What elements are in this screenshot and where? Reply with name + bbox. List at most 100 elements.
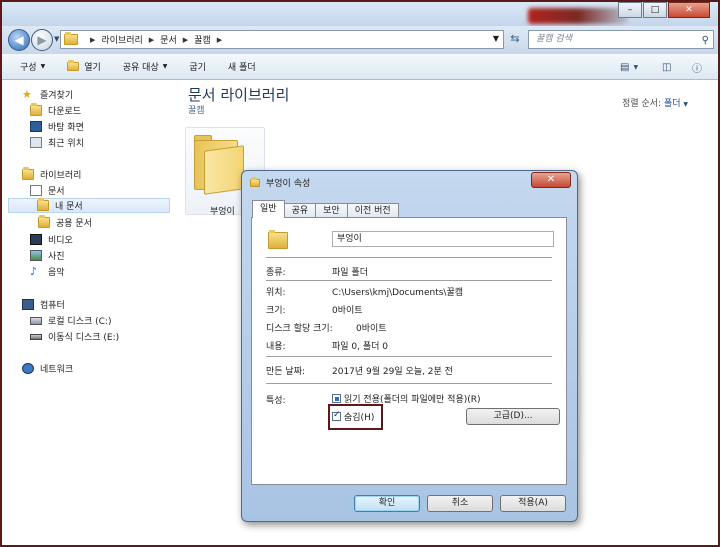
chevron-right-icon[interactable]: ▶ [217,36,222,44]
chevron-down-icon: ▼ [162,63,168,70]
library-subtitle: 꿀캠 [188,106,205,116]
dialog-close-button[interactable]: ✕ [531,172,571,188]
chevron-right-icon[interactable]: ▶ [183,36,188,44]
dialog-title: 부엉이 속성 [266,179,311,189]
share-button[interactable]: 공유 대상 ▼ [119,60,172,73]
folder-icon [250,176,260,187]
folder-icon [194,134,244,195]
maximize-button[interactable]: □ [643,2,667,18]
chevron-right-icon[interactable]: ▶ [90,36,95,44]
sidebar-item-removable[interactable]: 이동식 디스크 (E:) [30,329,119,344]
sidebar-item-pictures[interactable]: 사진 [30,248,65,263]
burn-button[interactable]: 굽기 [185,60,210,73]
sidebar-label: 네트워크 [40,365,74,375]
downloads-icon [30,103,42,116]
new-folder-button[interactable]: 새 폴더 [224,60,260,73]
forward-button[interactable]: ▶ [31,29,53,51]
breadcrumb-item[interactable]: 문서 [160,33,177,46]
search-input[interactable]: 꿀캠 검색 ⚲ [528,30,714,49]
chevron-right-icon[interactable]: ▶ [149,36,154,44]
sidebar-item-libraries[interactable]: 라이브러리 [22,167,81,182]
sidebar-item-favorites[interactable]: ★ 즐겨찾기 [22,87,73,102]
sidebar-item-recent[interactable]: 최근 위치 [30,135,84,150]
chevron-down-icon: ▼ [40,63,46,70]
apply-button[interactable]: 적용(A) [500,495,566,512]
library-title: 문서 라이브러리 [188,86,290,104]
tab-security[interactable]: 보안 [315,203,348,218]
sidebar-item-video[interactable]: 비디오 [30,232,73,247]
open-button[interactable]: 열기 [63,60,105,73]
view-icon[interactable]: ▤ ▼ [620,59,638,75]
sidebar-item-my-documents[interactable]: 내 문서 [8,198,170,213]
organize-button[interactable]: 구성 ▼ [16,60,49,73]
pictures-icon [30,250,42,261]
tab-general[interactable]: 일반 [252,200,285,218]
general-tab-panel: 부엉이 종류: 파일 폴더 위치: C:\Users\kmj\Documents… [251,217,567,485]
computer-icon [22,299,34,310]
cancel-button[interactable]: 취소 [427,495,493,512]
sidebar-item-music[interactable]: ♪ 음악 [30,264,65,279]
desktop-icon [30,121,42,132]
share-label: 공유 대상 [122,63,159,73]
sidebar-label: 비디오 [48,236,73,246]
recent-places-icon [30,137,42,148]
refresh-icon[interactable]: ⇆ [506,32,524,48]
folder-name-field[interactable]: 부엉이 [332,231,554,247]
sidebar-item-public-documents[interactable]: 공용 문서 [38,215,92,230]
sidebar-item-computer[interactable]: 컴퓨터 [22,297,65,312]
sidebar-item-local-disk[interactable]: 로컬 디스크 (C:) [30,313,111,328]
divider [266,257,552,258]
breadcrumb-item[interactable]: 꿀캠 [194,33,211,46]
size-on-disk-value: 0바이트 [356,324,387,334]
breadcrumb-item[interactable]: 라이브러리 [101,33,142,46]
open-label: 열기 [84,63,101,73]
blurred-area [528,8,628,24]
sidebar-item-desktop[interactable]: 바탕 화면 [30,119,84,134]
navigation-pane: ★ 즐겨찾기 다운로드 바탕 화면 최근 위치 라이브러리 문서 내 문서 공용 … [2,81,182,545]
arrange-by[interactable]: 정렬 순서: 폴더 ▼ [622,96,688,109]
contents-label: 내용: [266,342,286,352]
new-folder-label: 새 폴더 [227,63,256,73]
ok-button[interactable]: 확인 [354,495,420,512]
folder-icon [268,230,288,249]
sidebar-label: 음악 [48,268,65,278]
library-icon [22,167,34,180]
sidebar-label: 내 문서 [55,202,83,212]
type-value: 파일 폴더 [332,268,368,278]
attributes-label: 특성: [266,396,286,406]
tab-previous-versions[interactable]: 이전 버전 [346,203,399,218]
address-row: ◀ ▶ ▼ ▶ 라이브러리 ▶ 문서 ▶ 꿀캠 ▶ ▼ ⇆ 꿀캠 검색 ⚲ [2,26,718,54]
chevron-down-icon[interactable]: ▼ [493,34,499,43]
contents-value: 파일 0, 폴더 0 [332,342,389,352]
tab-sharing[interactable]: 공유 [283,203,317,218]
help-icon[interactable]: ⓘ [692,59,702,75]
search-icon[interactable]: ⚲ [702,32,709,49]
video-icon [30,234,42,245]
close-button[interactable]: ✕ [668,2,710,18]
sidebar-item-downloads[interactable]: 다운로드 [30,103,81,118]
sidebar-label: 최근 위치 [48,139,84,149]
advanced-button[interactable]: 고급(D)... [466,408,560,425]
removable-disk-icon [30,333,42,340]
divider [266,383,552,384]
sidebar-label: 즐겨찾기 [40,91,74,101]
burn-label: 굽기 [189,63,206,73]
type-label: 종류: [266,268,286,278]
organize-label: 구성 [20,63,37,73]
recent-pages-dropdown[interactable]: ▼ [54,35,59,43]
preview-pane-icon[interactable]: ◫ [662,59,671,75]
explorer-window: – □ ✕ ◀ ▶ ▼ ▶ 라이브러리 ▶ 문서 ▶ 꿀캠 ▶ ▼ ⇆ 꿀캠 검… [0,0,720,547]
chevron-down-icon: ▼ [683,101,688,108]
sidebar-item-documents[interactable]: 문서 [30,183,65,198]
divider [266,356,552,357]
sidebar-label: 컴퓨터 [40,301,65,311]
back-button[interactable]: ◀ [8,29,30,51]
size-value: 0바이트 [332,306,363,316]
sidebar-label: 공용 문서 [56,219,92,229]
sidebar-item-network[interactable]: 네트워크 [22,361,73,376]
minimize-button[interactable]: – [618,2,642,18]
address-bar[interactable]: ▶ 라이브러리 ▶ 문서 ▶ 꿀캠 ▶ ▼ [60,30,504,49]
location-label: 위치: [266,288,286,298]
network-icon [22,363,34,374]
title-bar: – □ ✕ [2,2,718,26]
